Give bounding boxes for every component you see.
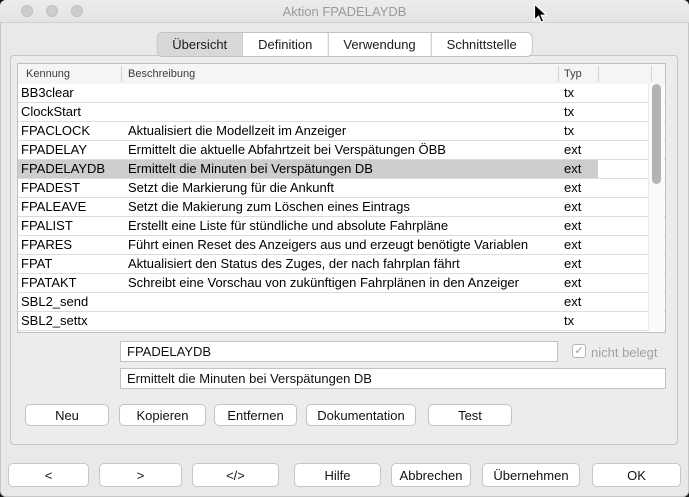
cell-c1: FPATAKT <box>21 274 121 292</box>
aktionen-table: Kennung Beschreibung Typ BB3cleartxClock… <box>17 63 666 333</box>
nicht-belegt-checkbox[interactable]: ✓ <box>572 344 586 358</box>
cell-c2: Führt einen Reset des Anzeigers aus und … <box>128 236 560 254</box>
cell-c3: ext <box>564 293 600 311</box>
cell-c3: ext <box>564 217 600 235</box>
ok-button[interactable]: OK <box>592 463 681 487</box>
cell-c2: Ermittelt die Minuten bei Verspätungen D… <box>128 160 560 178</box>
cell-c1: ClockStart <box>21 103 121 121</box>
dialog-window: Aktion FPADELAYDB ÜbersichtDefinitionVer… <box>0 0 689 497</box>
table-row-bb3clear[interactable]: BB3clear tx <box>18 84 665 103</box>
table-row-fpadest[interactable]: FPADEST Setzt die Markierung für die Anku… <box>18 179 665 198</box>
cell-c2: Ermittelt die aktuelle Abfahrtzeit bei V… <box>128 141 560 159</box>
cell-c3: ext <box>564 274 600 292</box>
cell-c3: ext <box>564 141 600 159</box>
cell-c1: BB3clear <box>21 84 121 102</box>
column-header-beschreibung[interactable]: Beschreibung <box>128 68 195 80</box>
table-row-fpaclock[interactable]: FPACLOCK Aktualisiert die Modellzeit im A… <box>18 122 665 141</box>
tab-definition[interactable]: Definition <box>242 33 327 56</box>
cell-c2: Setzt die Markierung für die Ankunft <box>128 179 560 197</box>
table-row-fpares[interactable]: FPARES Führt einen Reset des Anzeigers au… <box>18 236 665 255</box>
cell-c3: ext <box>564 198 600 216</box>
tab-verwendung[interactable]: Verwendung <box>327 33 430 56</box>
cell-c3: ext <box>564 255 600 273</box>
abbrechen-button[interactable]: Abbrechen <box>391 463 471 487</box>
table-row-fpadelay[interactable]: FPADELAY Ermittelt die aktuelle Abfahrtze… <box>18 141 665 160</box>
cell-c1: SBL2_settx <box>21 312 121 330</box>
kopieren-button[interactable]: Kopieren <box>119 404 206 426</box>
column-divider <box>558 66 559 82</box>
cell-c2: Erstellt eine Liste für stündliche und a… <box>128 217 560 235</box>
table-row-sbl2-send[interactable]: SBL2_send ext <box>18 293 665 312</box>
table-row-fpalist[interactable]: FPALIST Erstellt eine Liste für stündlich… <box>18 217 665 236</box>
table-row-fpadelaydb[interactable]: FPADELAYDB Ermittelt die Minuten bei Vers… <box>18 160 665 179</box>
cell-c3: tx <box>564 84 600 102</box>
column-divider <box>651 66 652 82</box>
cell-c1: FPALEAVE <box>21 198 121 216</box>
dokumentation-button[interactable]: Dokumentation <box>306 404 416 426</box>
test-button[interactable]: Test <box>428 404 512 426</box>
beschreibung-input[interactable] <box>120 368 666 389</box>
cell-c1: SBL2_send <box>21 293 121 311</box>
cell-c1: FPAT <box>21 255 121 273</box>
neu-button[interactable]: Neu <box>25 404 109 426</box>
cell-c1: FPADEST <box>21 179 121 197</box>
cell-c2: Aktualisiert die Modellzeit im Anzeiger <box>128 122 560 140</box>
cell-c3: tx <box>564 312 600 330</box>
cell-c1: FPALIST <box>21 217 121 235</box>
hilfe-button[interactable]: Hilfe <box>294 463 381 487</box>
table-body: BB3clear tx ClockStart tx FPACLOCK Aktualisie… <box>18 84 665 332</box>
table-row-fpatakt[interactable]: FPATAKT Schreibt eine Vorschau von zukünf… <box>18 274 665 293</box>
uebernehmen-button[interactable]: Übernehmen <box>482 463 580 487</box>
cell-c3: ext <box>564 160 600 178</box>
cell-c2: Aktualisiert den Status des Zuges, der n… <box>128 255 560 273</box>
cell-c3: tx <box>564 103 600 121</box>
kennung-input[interactable] <box>120 341 558 362</box>
table-row-clockstart[interactable]: ClockStart tx <box>18 103 665 122</box>
tab-schnittstelle[interactable]: Schnittstelle <box>431 33 532 56</box>
column-divider <box>121 66 122 82</box>
cell-c1: FPADELAYDB <box>21 160 121 178</box>
table-row-fpaleave[interactable]: FPALEAVE Setzt die Makierung zum Löschen … <box>18 198 665 217</box>
column-divider <box>598 66 599 82</box>
code-view-button[interactable]: </> <box>192 463 279 487</box>
tab-uebersicht[interactable]: Übersicht <box>157 33 242 56</box>
column-header-kennung[interactable]: Kennung <box>26 68 70 80</box>
cell-c1: FPARES <box>21 236 121 254</box>
cell-c3: ext <box>564 179 600 197</box>
cell-c1: FPACLOCK <box>21 122 121 140</box>
scrollbar-track[interactable] <box>648 84 664 331</box>
entfernen-button[interactable]: Entfernen <box>214 404 297 426</box>
cell-c1: FPADELAY <box>21 141 121 159</box>
next-button[interactable]: > <box>99 463 182 487</box>
cell-c3: ext <box>564 236 600 254</box>
nicht-belegt-label: nicht belegt <box>591 345 658 360</box>
table-header: Kennung Beschreibung Typ <box>18 64 665 85</box>
window-title: Aktion FPADELAYDB <box>0 4 689 19</box>
prev-button[interactable]: < <box>8 463 89 487</box>
column-header-typ[interactable]: Typ <box>564 68 582 80</box>
scrollbar-thumb[interactable] <box>652 84 661 184</box>
title-bar[interactable]: Aktion FPADELAYDB <box>0 0 689 23</box>
table-row-sbl2-settx[interactable]: SBL2_settx tx <box>18 312 665 331</box>
tab-bar: ÜbersichtDefinitionVerwendungSchnittstel… <box>156 32 533 57</box>
table-row-fpat[interactable]: FPAT Aktualisiert den Status des Zuges, d… <box>18 255 665 274</box>
cell-c2: Schreibt eine Vorschau von zukünftigen F… <box>128 274 560 292</box>
cell-c2: Setzt die Makierung zum Löschen eines Ei… <box>128 198 560 216</box>
cell-c3: tx <box>564 122 600 140</box>
